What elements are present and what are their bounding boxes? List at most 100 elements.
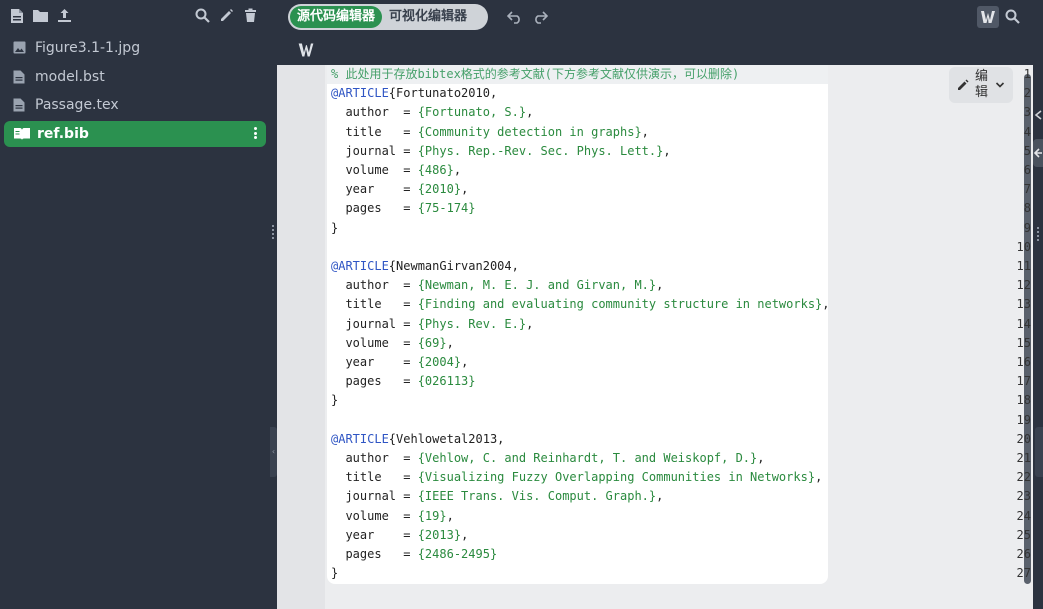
undo-icon[interactable]	[506, 9, 523, 25]
line-number: 12	[1016, 278, 1031, 293]
code-line[interactable]: volume = {69},	[331, 334, 454, 353]
code-token: ,	[446, 335, 454, 350]
code-token: ,	[656, 278, 664, 293]
code-token: {2013}	[417, 527, 462, 542]
editor-toolbar: 源代码编辑器 可视化编辑器	[277, 0, 1043, 33]
collapse-right-panel-icon[interactable]	[1033, 103, 1043, 127]
code-token: pages =	[331, 374, 418, 389]
collapse-sidebar-icon[interactable]: ‹	[270, 427, 277, 477]
new-folder-icon[interactable]	[32, 8, 48, 24]
upload-icon[interactable]	[57, 8, 73, 24]
file-item-passage-tex[interactable]: Passage.tex	[0, 91, 270, 120]
code-token: {Phys. Rep.-Rev. Sec. Phys. Lett.}	[417, 143, 664, 158]
code-token: {IEEE Trans. Vis. Comput. Graph.}	[417, 489, 657, 504]
code-token: volume =	[331, 508, 418, 523]
line-number: 2	[1023, 86, 1031, 101]
code-line[interactable]: author = {Newman, M. E. J. and Girvan, M…	[331, 276, 663, 295]
code-line[interactable]: pages = {75-174}	[331, 199, 476, 218]
line-number: 24	[1016, 508, 1031, 523]
code-line[interactable]: year = {2004},	[331, 353, 468, 372]
code-line[interactable]: author = {Vehlow, C. and Reinhardt, T. a…	[331, 449, 765, 468]
code-token: {2010}	[417, 182, 462, 197]
code-line[interactable]: }	[331, 564, 338, 583]
edit-mode-label: 编辑	[975, 69, 989, 100]
w-logo-icon[interactable]	[297, 41, 315, 59]
source-editor-tab[interactable]: 源代码编辑器	[290, 6, 383, 28]
editor-subtoolbar	[277, 33, 1043, 65]
arrow-left-icon[interactable]	[1033, 139, 1043, 167]
code-token: ,	[757, 451, 765, 465]
code-line[interactable]: year = {2010},	[331, 180, 468, 199]
code-line[interactable]: volume = {19},	[331, 507, 454, 526]
code-line[interactable]: journal = {Phys. Rev. E.},	[331, 315, 533, 334]
code-line[interactable]: title = {Community detection in graphs},	[331, 123, 649, 142]
code-token: }	[331, 393, 339, 408]
code-token: title =	[331, 297, 418, 312]
code-token: journal =	[331, 489, 418, 504]
code-line[interactable]: pages = {2486-2495}	[331, 545, 497, 564]
search-icon[interactable]	[195, 8, 211, 24]
code-line[interactable]: % 此处用于存放bibtex格式的参考文献(下方参考文献仅供演示，可以删除)	[327, 65, 828, 85]
line-number: 14	[1016, 316, 1031, 331]
code-token: }	[331, 566, 339, 581]
code-token: ,	[526, 105, 534, 120]
line-number: 7	[1023, 182, 1031, 197]
expand-panel-icon[interactable]	[1035, 427, 1043, 477]
code-line[interactable]: journal = {IEEE Trans. Vis. Comput. Grap…	[331, 487, 663, 506]
code-token: ,	[461, 527, 469, 542]
code-token: {486}	[417, 163, 454, 177]
line-number: 23	[1016, 489, 1031, 504]
redo-icon[interactable]	[532, 9, 549, 25]
book-icon	[13, 127, 31, 141]
code-line[interactable]: title = {Finding and evaluating communit…	[331, 295, 829, 314]
more-options-icon[interactable]	[254, 126, 258, 142]
code-token: {Vehlow, C. and Reinhardt, T. and Weisko…	[417, 451, 758, 465]
code-line[interactable]: year = {2013},	[331, 526, 468, 545]
line-number: 22	[1016, 470, 1031, 485]
code-token: pages =	[331, 201, 418, 216]
file-icon	[13, 70, 27, 84]
code-token: {75-174}	[417, 201, 476, 216]
code-token: year =	[331, 527, 418, 542]
code-token: {Vehlowetal2013,	[388, 431, 505, 446]
sidebar-splitter[interactable]: ‹	[270, 0, 277, 609]
code-token: ,	[815, 470, 823, 485]
code-line[interactable]: }	[331, 219, 338, 238]
code-token: year =	[331, 182, 418, 197]
line-number: 26	[1016, 547, 1031, 561]
code-token: ,	[641, 124, 649, 139]
code-line[interactable]: title = {Visualizing Fuzzy Overlapping C…	[331, 468, 822, 487]
w-logo-icon[interactable]	[977, 6, 999, 28]
file-list: Figure3.1-1.jpg model.bst Passage.tex re…	[0, 34, 270, 147]
file-item-ref-bib[interactable]: ref.bib	[4, 120, 266, 147]
rename-icon[interactable]	[219, 8, 235, 24]
line-number: 13	[1016, 297, 1031, 312]
code-token: ,	[453, 163, 462, 177]
drag-handle-icon[interactable]	[1037, 225, 1040, 243]
code-token: volume =	[331, 335, 418, 350]
code-line[interactable]: pages = {026113}	[331, 372, 475, 391]
code-editor[interactable]: 编辑 1 % 此处用于存放bibtex格式的参考文献(下方参考文献仅供演示，可以删…	[277, 65, 1043, 609]
drag-handle-icon[interactable]	[272, 223, 275, 241]
new-file-icon[interactable]	[10, 8, 26, 24]
code-line[interactable]: }	[331, 391, 338, 410]
code-token: {Fortunato, S.}	[417, 105, 527, 120]
delete-icon[interactable]	[244, 8, 260, 24]
code-token: {Visualizing Fuzzy Overlapping Communiti…	[417, 470, 816, 485]
code-token: pages =	[331, 547, 418, 561]
code-line[interactable]: @ARTICLE{NewmanGirvan2004,	[331, 257, 519, 276]
code-token: ,	[446, 508, 454, 523]
file-item-model-bst[interactable]: model.bst	[0, 63, 270, 92]
file-item-figure[interactable]: Figure3.1-1.jpg	[0, 34, 270, 63]
code-line[interactable]: volume = {486},	[331, 161, 461, 180]
search-icon[interactable]	[1005, 9, 1021, 25]
code-token: title =	[331, 124, 418, 139]
code-line[interactable]: journal = {Phys. Rep.-Rev. Sec. Phys. Le…	[331, 142, 670, 161]
code-line[interactable]: @ARTICLE{Fortunato2010,	[331, 84, 497, 103]
code-line[interactable]: author = {Fortunato, S.},	[331, 103, 533, 122]
code-token: year =	[331, 355, 418, 369]
line-number: 25	[1016, 527, 1031, 542]
code-line[interactable]: @ARTICLE{Vehlowetal2013,	[331, 430, 504, 449]
line-number: 1	[1023, 67, 1031, 81]
visual-editor-tab[interactable]: 可视化编辑器	[382, 6, 474, 28]
